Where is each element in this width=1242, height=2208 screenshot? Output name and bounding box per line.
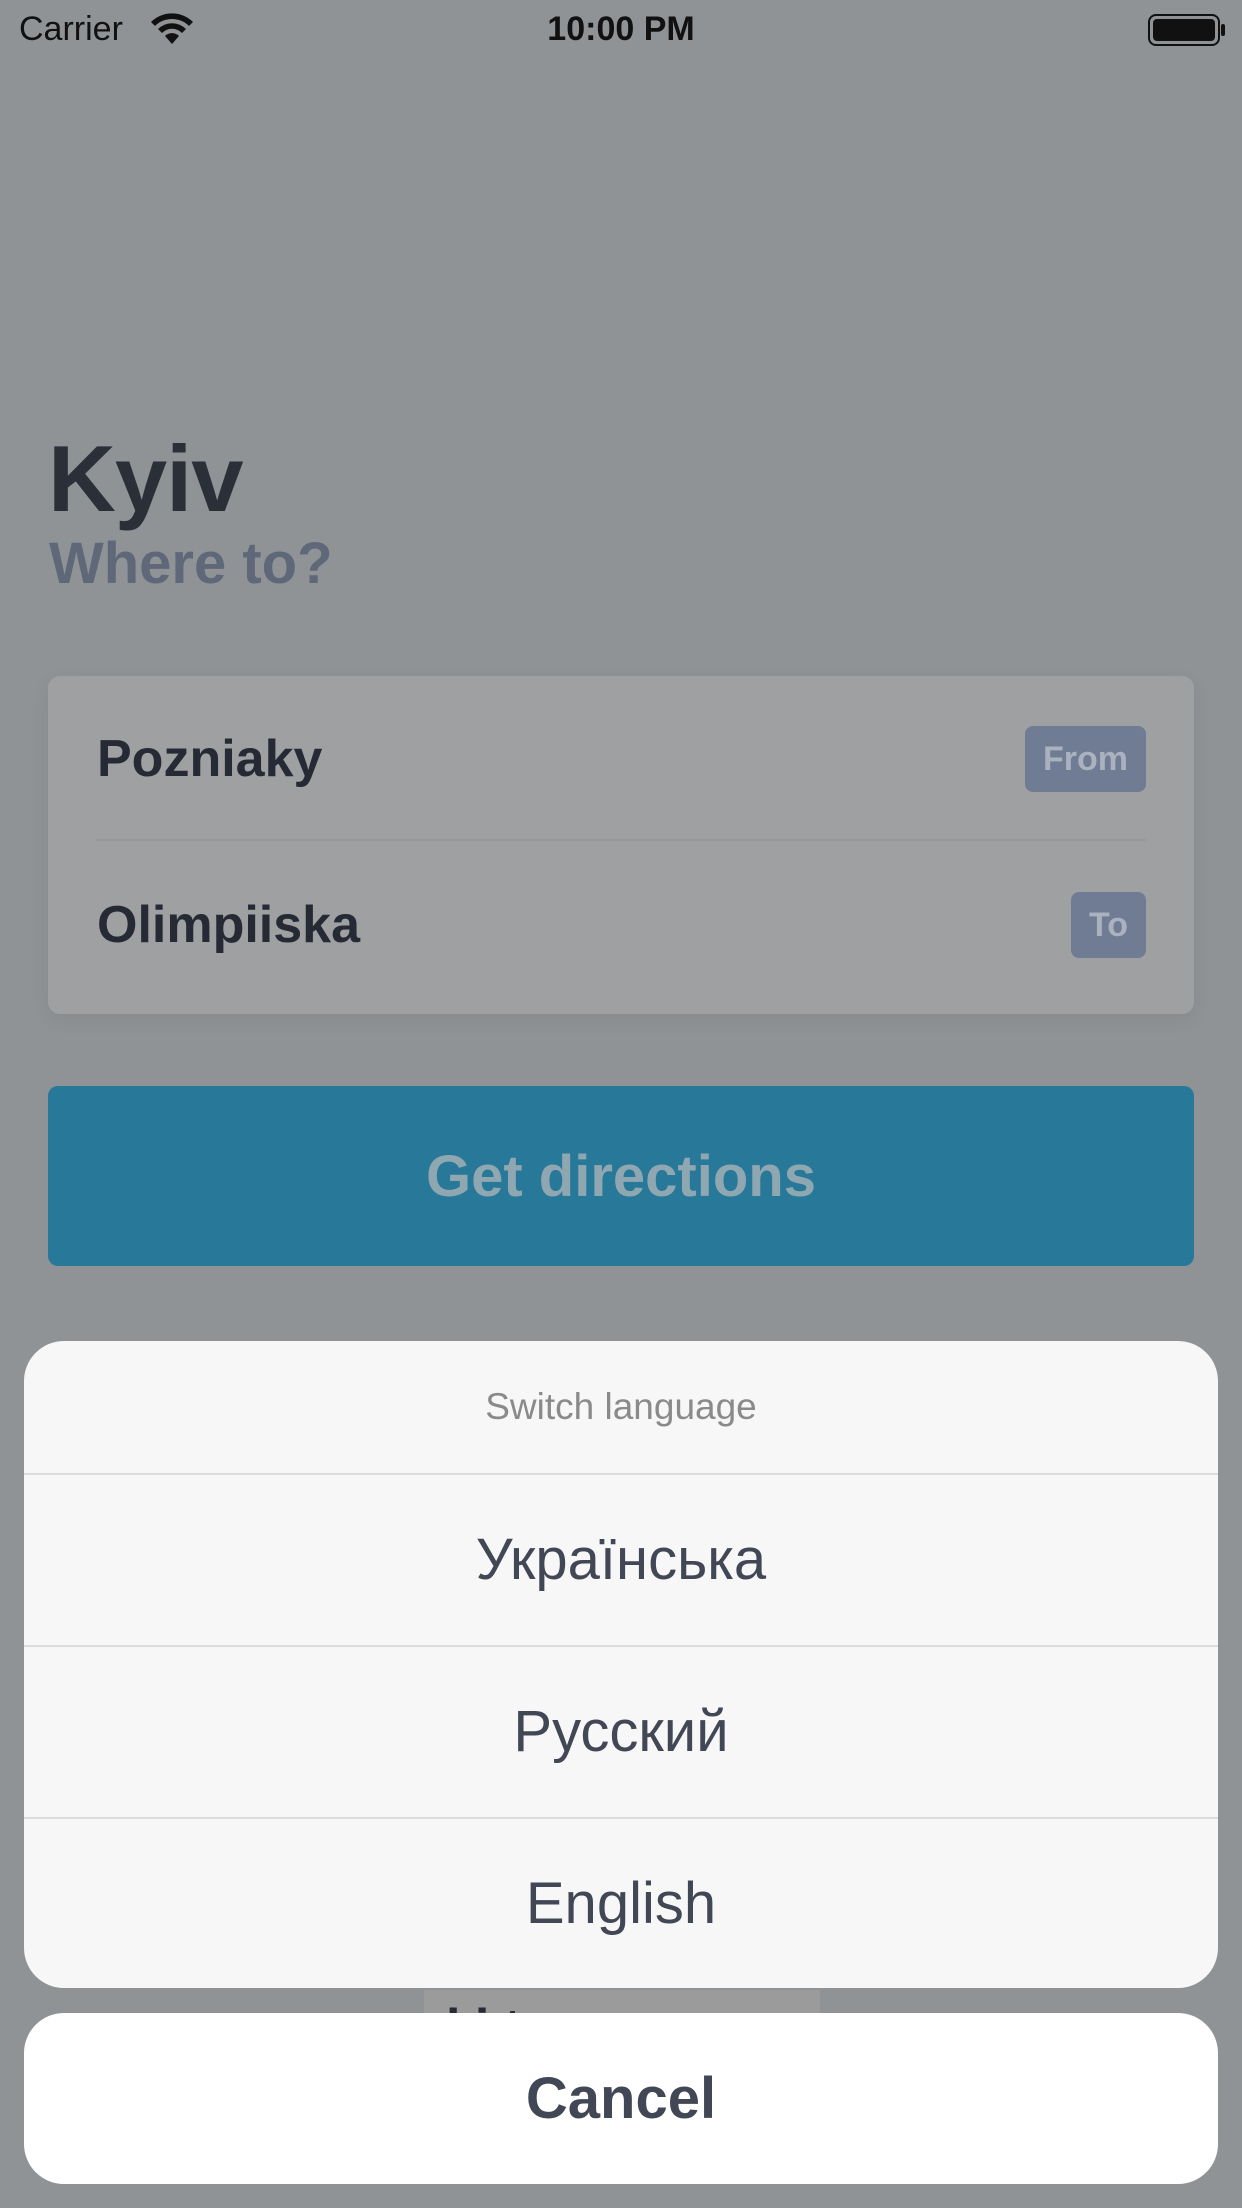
from-tag: From [1025, 726, 1146, 792]
language-option-russian[interactable]: Русский [24, 1645, 1218, 1816]
get-directions-button[interactable]: Get directions [48, 1086, 1194, 1266]
language-option-ukrainian[interactable]: Українська [24, 1473, 1218, 1644]
city-title: Kyiv [48, 426, 244, 531]
language-action-sheet: Switch language Українська Русский Engli… [24, 1341, 1218, 1988]
where-to-subtitle: Where to? [49, 531, 333, 596]
cancel-button[interactable]: Cancel [24, 2013, 1218, 2184]
status-bar: Carrier 10:00 PM [0, 0, 1242, 60]
to-station-name: Olimpiiska [97, 896, 360, 954]
from-station-name: Pozniaky [97, 730, 323, 788]
clock: 10:00 PM [547, 10, 695, 48]
screen: Carrier 10:00 PM Kyiv Where to? Pozniaky… [0, 0, 1242, 2208]
language-option-english[interactable]: English [24, 1817, 1218, 1988]
to-station-row[interactable]: Olimpiiska To [48, 842, 1194, 1008]
battery-icon [1148, 14, 1225, 46]
route-divider [96, 839, 1146, 841]
from-station-row[interactable]: Pozniaky From [48, 676, 1194, 842]
action-sheet-title: Switch language [485, 1386, 757, 1427]
to-tag: To [1070, 892, 1146, 958]
route-card: Pozniaky From Olimpiiska To [48, 676, 1194, 1014]
